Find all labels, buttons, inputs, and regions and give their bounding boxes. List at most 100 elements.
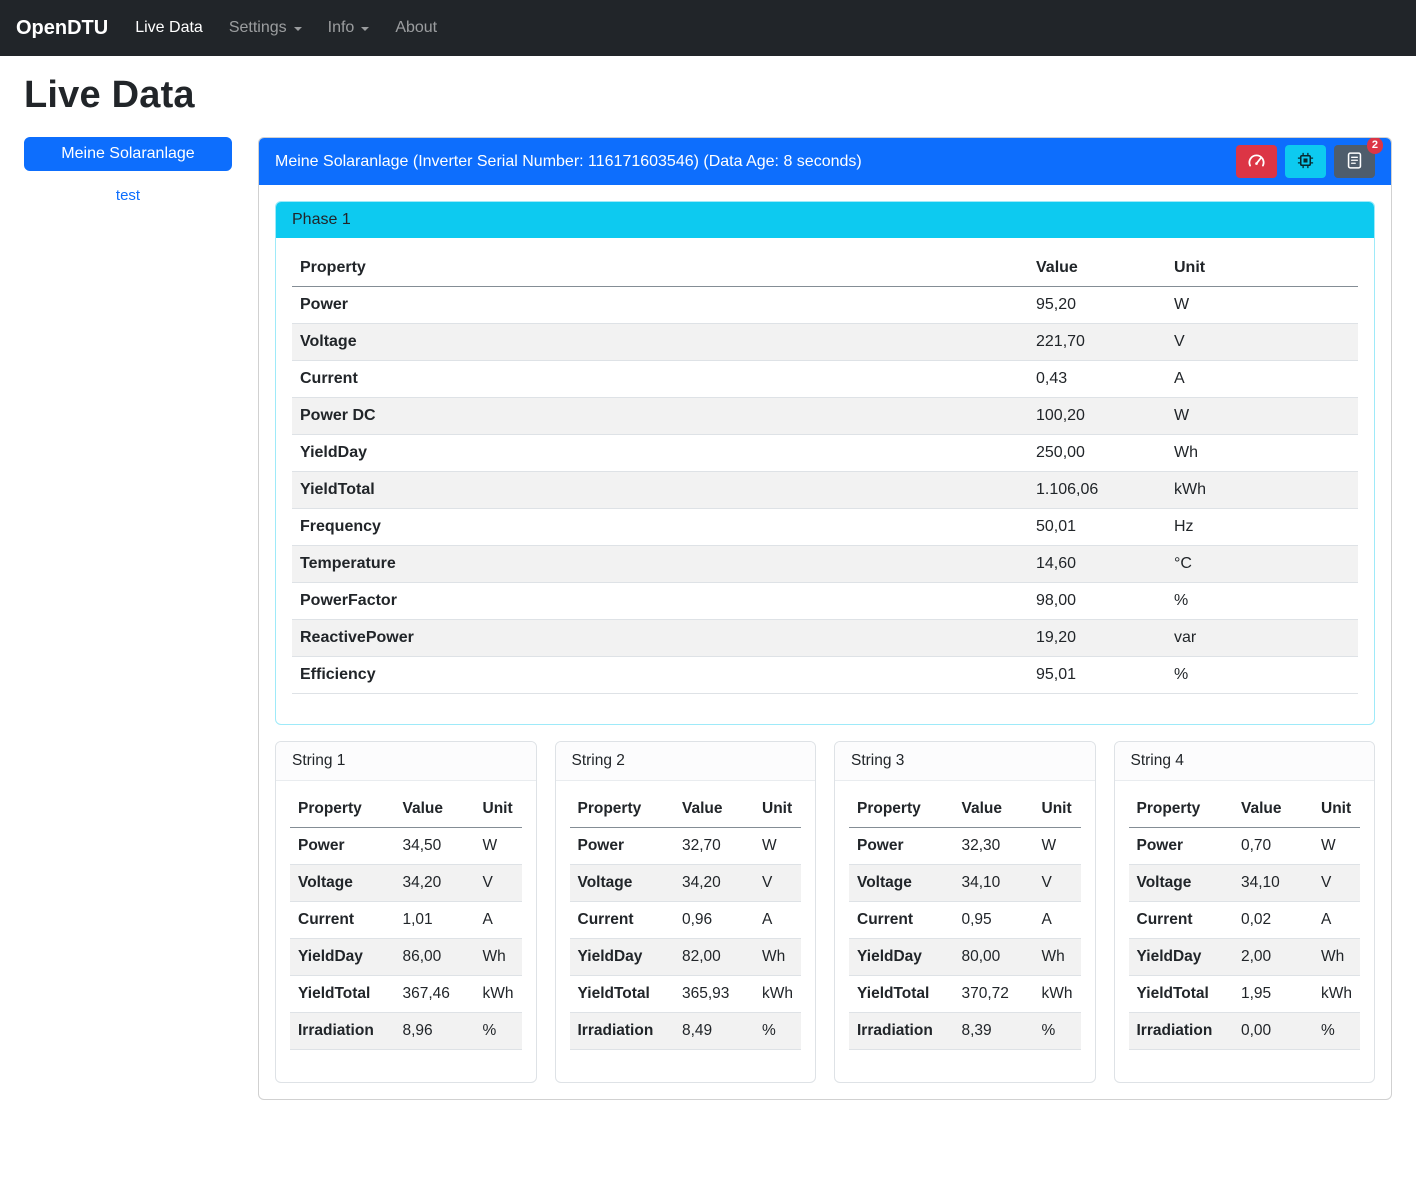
event-log-button[interactable]: 2 bbox=[1334, 145, 1375, 178]
unit-cell: W bbox=[748, 828, 801, 865]
value-cell: 32,30 bbox=[954, 828, 1028, 865]
table-row: Frequency 50,01 Hz bbox=[292, 509, 1358, 546]
column-header-value: Value bbox=[395, 791, 469, 828]
inverter-card-header: Meine Solaranlage (Inverter Serial Numbe… bbox=[259, 138, 1391, 185]
string-card-3: String 3 Property Value Unit bbox=[834, 741, 1096, 1083]
unit-cell: W bbox=[1028, 828, 1081, 865]
property-cell: YieldDay bbox=[570, 939, 675, 976]
value-cell: 98,00 bbox=[1028, 583, 1158, 620]
column-header-value: Value bbox=[674, 791, 748, 828]
cpu-icon bbox=[1296, 151, 1315, 173]
string-card-title: String 3 bbox=[835, 742, 1095, 781]
page-title: Live Data bbox=[24, 74, 1392, 117]
unit-cell: Wh bbox=[469, 939, 522, 976]
page: Live Data Meine Solaranlage test Meine S… bbox=[0, 56, 1416, 1124]
string-table-body: Power 32,30 W Voltage 34,10 V bbox=[849, 828, 1081, 1050]
property-cell: Current bbox=[1129, 902, 1234, 939]
value-cell: 34,50 bbox=[395, 828, 469, 865]
table-row: Power 95,20 W bbox=[292, 287, 1358, 324]
navbar: OpenDTU Live Data Settings Info About bbox=[0, 0, 1416, 56]
unit-cell: % bbox=[1028, 1013, 1081, 1050]
chevron-down-icon bbox=[294, 27, 302, 31]
string-table-3: Property Value Unit Power bbox=[849, 791, 1081, 1050]
nav-item-about-label: About bbox=[395, 19, 437, 37]
column-header-property: Property bbox=[1129, 791, 1234, 828]
value-cell: 8,39 bbox=[954, 1013, 1028, 1050]
phase-card-title: Phase 1 bbox=[276, 202, 1374, 238]
inverter-card-title: Meine Solaranlage (Inverter Serial Numbe… bbox=[275, 153, 862, 171]
unit-cell: V bbox=[1158, 324, 1358, 361]
nav-item-live-data-label: Live Data bbox=[135, 19, 203, 37]
sidebar-link-test[interactable]: test bbox=[24, 187, 232, 204]
table-row: YieldTotal 1.106,06 kWh bbox=[292, 472, 1358, 509]
nav-item-live-data[interactable]: Live Data bbox=[122, 11, 216, 45]
phase-table: Property Value Unit Power bbox=[292, 250, 1358, 694]
table-row: YieldTotal 370,72 kWh bbox=[849, 976, 1081, 1013]
string-table-2: Property Value Unit Power bbox=[570, 791, 802, 1050]
string-table-body: Power 34,50 W Voltage 34,20 V bbox=[290, 828, 522, 1050]
value-cell: 80,00 bbox=[954, 939, 1028, 976]
column-header-unit: Unit bbox=[748, 791, 801, 828]
inverter-card-body: Phase 1 Property Value Unit bbox=[259, 185, 1391, 1099]
value-cell: 32,70 bbox=[674, 828, 748, 865]
limit-settings-button[interactable] bbox=[1236, 145, 1277, 178]
table-row: Irradiation 8,49 % bbox=[570, 1013, 802, 1050]
unit-cell: A bbox=[1158, 361, 1358, 398]
property-cell: Power bbox=[1129, 828, 1234, 865]
column-header-unit: Unit bbox=[1028, 791, 1081, 828]
column-header-value: Value bbox=[954, 791, 1028, 828]
table-row: Irradiation 8,96 % bbox=[290, 1013, 522, 1050]
table-row: Voltage 34,10 V bbox=[1129, 865, 1361, 902]
table-row: Current 0,02 A bbox=[1129, 902, 1361, 939]
unit-cell: Wh bbox=[1158, 435, 1358, 472]
brand[interactable]: OpenDTU bbox=[12, 17, 122, 40]
value-cell: 0,95 bbox=[954, 902, 1028, 939]
unit-cell: kWh bbox=[1307, 976, 1360, 1013]
property-cell: Power bbox=[292, 287, 1028, 324]
table-row: Power 32,70 W bbox=[570, 828, 802, 865]
property-cell: YieldDay bbox=[849, 939, 954, 976]
table-row: Voltage 221,70 V bbox=[292, 324, 1358, 361]
string-table-body: Power 32,70 W Voltage 34,20 V bbox=[570, 828, 802, 1050]
property-cell: Power bbox=[570, 828, 675, 865]
property-cell: Power DC bbox=[292, 398, 1028, 435]
value-cell: 0,96 bbox=[674, 902, 748, 939]
radio-info-button[interactable] bbox=[1285, 145, 1326, 178]
value-cell: 34,20 bbox=[395, 865, 469, 902]
property-cell: Irradiation bbox=[570, 1013, 675, 1050]
property-cell: Current bbox=[290, 902, 395, 939]
table-row: Temperature 14,60 °C bbox=[292, 546, 1358, 583]
value-cell: 0,00 bbox=[1233, 1013, 1307, 1050]
unit-cell: kWh bbox=[748, 976, 801, 1013]
property-cell: Voltage bbox=[292, 324, 1028, 361]
unit-cell: A bbox=[1307, 902, 1360, 939]
value-cell: 14,60 bbox=[1028, 546, 1158, 583]
nav-item-about[interactable]: About bbox=[382, 11, 450, 45]
property-cell: Frequency bbox=[292, 509, 1028, 546]
table-header-row: Property Value Unit bbox=[290, 791, 522, 828]
unit-cell: % bbox=[1158, 583, 1358, 620]
value-cell: 221,70 bbox=[1028, 324, 1158, 361]
string-card-2: String 2 Property Value Unit bbox=[555, 741, 817, 1083]
value-cell: 2,00 bbox=[1233, 939, 1307, 976]
nav-item-info[interactable]: Info bbox=[315, 11, 383, 45]
value-cell: 365,93 bbox=[674, 976, 748, 1013]
unit-cell: V bbox=[1307, 865, 1360, 902]
inverter-select-button[interactable]: Meine Solaranlage bbox=[24, 137, 232, 171]
unit-cell: W bbox=[469, 828, 522, 865]
nav-item-settings[interactable]: Settings bbox=[216, 11, 315, 45]
string-table-1: Property Value Unit Power bbox=[290, 791, 522, 1050]
unit-cell: A bbox=[1028, 902, 1081, 939]
unit-cell: V bbox=[748, 865, 801, 902]
unit-cell: var bbox=[1158, 620, 1358, 657]
table-row: Power 32,30 W bbox=[849, 828, 1081, 865]
column-header-property: Property bbox=[570, 791, 675, 828]
value-cell: 34,10 bbox=[954, 865, 1028, 902]
column-header-property: Property bbox=[849, 791, 954, 828]
property-cell: Temperature bbox=[292, 546, 1028, 583]
table-row: Power 0,70 W bbox=[1129, 828, 1361, 865]
property-cell: Current bbox=[849, 902, 954, 939]
value-cell: 95,20 bbox=[1028, 287, 1158, 324]
table-row: YieldTotal 365,93 kWh bbox=[570, 976, 802, 1013]
unit-cell: % bbox=[1307, 1013, 1360, 1050]
